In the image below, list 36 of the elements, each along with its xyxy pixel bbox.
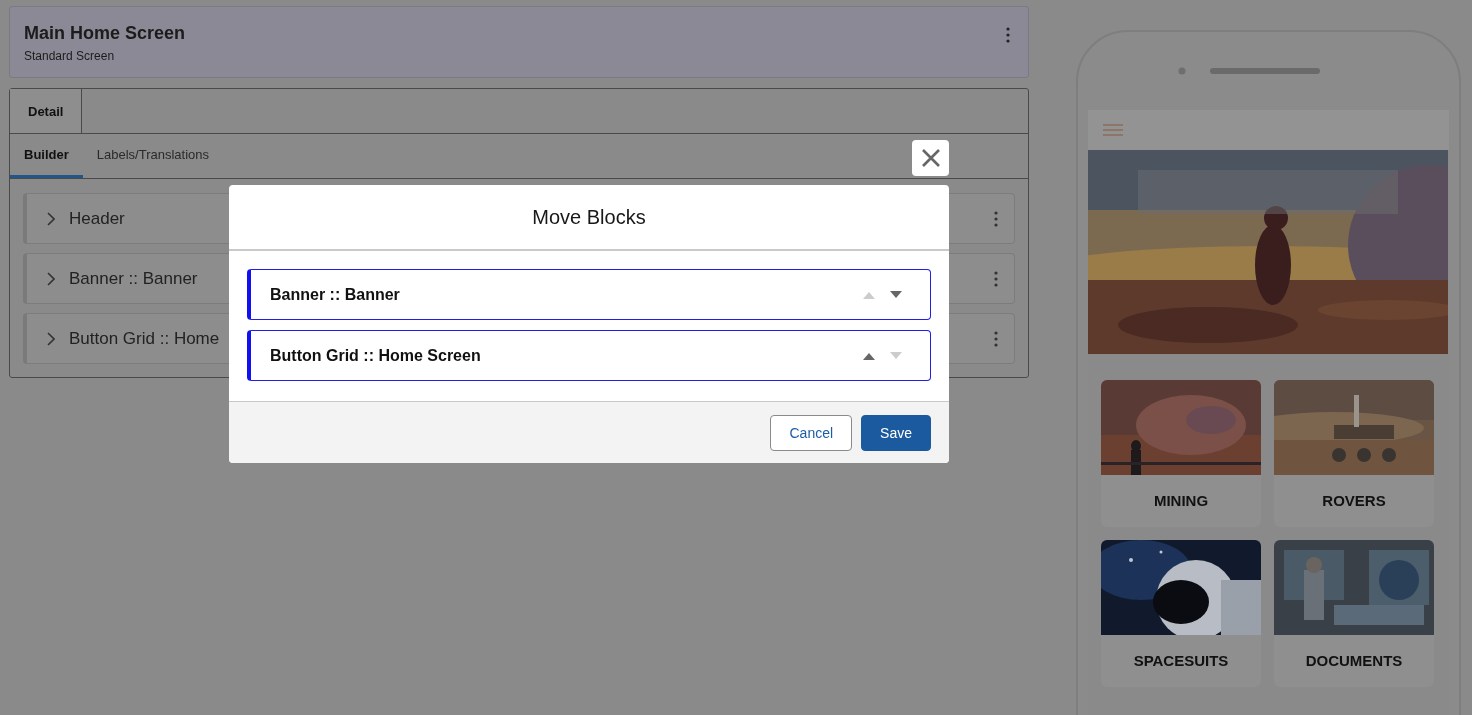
block-label: Banner :: Banner <box>270 285 401 304</box>
close-button[interactable] <box>912 140 949 176</box>
more-icon[interactable] <box>994 210 998 227</box>
chevron-icon[interactable] <box>47 271 55 286</box>
more-icon[interactable] <box>1006 27 1010 43</box>
more-icon[interactable] <box>994 270 998 287</box>
block-label: Button Grid :: Home <box>69 328 220 349</box>
speaker-icon <box>1209 67 1320 75</box>
category-tile[interactable]: DOCUMENTS <box>1274 540 1434 687</box>
category-tile[interactable]: SPACESUITS <box>1101 540 1261 687</box>
screen-title: Main Home Screen <box>24 23 186 44</box>
cancel-button[interactable]: Cancel <box>770 414 853 451</box>
tile-label: DOCUMENTS <box>1304 651 1404 669</box>
category-tile[interactable]: MINING <box>1101 380 1261 527</box>
block-label: Button Grid :: Home Screen <box>270 346 482 365</box>
dialog-title: Move Blocks <box>532 205 646 229</box>
block-item[interactable]: Button Grid :: Home Screen <box>247 330 931 381</box>
save-button[interactable]: Save <box>861 414 931 451</box>
screen-subtitle: Standard Screen <box>24 49 116 63</box>
subtab[interactable]: Labels/Translations <box>82 134 224 178</box>
tile-label: ROVERS <box>1321 491 1387 509</box>
tile-label: MINING <box>1152 491 1210 509</box>
close-icon <box>920 148 941 168</box>
down-arrow-icon[interactable] <box>890 290 902 299</box>
chevron-icon[interactable] <box>47 331 55 346</box>
subtab[interactable]: Builder <box>10 134 83 178</box>
tab[interactable]: Detail <box>10 89 83 133</box>
block-label: Header <box>69 208 125 229</box>
up-arrow-icon[interactable] <box>863 351 875 360</box>
block-label: Banner :: Banner <box>69 268 198 289</box>
chevron-icon[interactable] <box>47 211 55 226</box>
more-icon[interactable] <box>994 330 998 347</box>
tile-label: SPACESUITS <box>1132 651 1230 669</box>
category-tile[interactable]: ROVERS <box>1274 380 1434 527</box>
block-item[interactable]: Banner :: Banner <box>247 269 931 320</box>
camera-icon <box>1177 67 1186 75</box>
